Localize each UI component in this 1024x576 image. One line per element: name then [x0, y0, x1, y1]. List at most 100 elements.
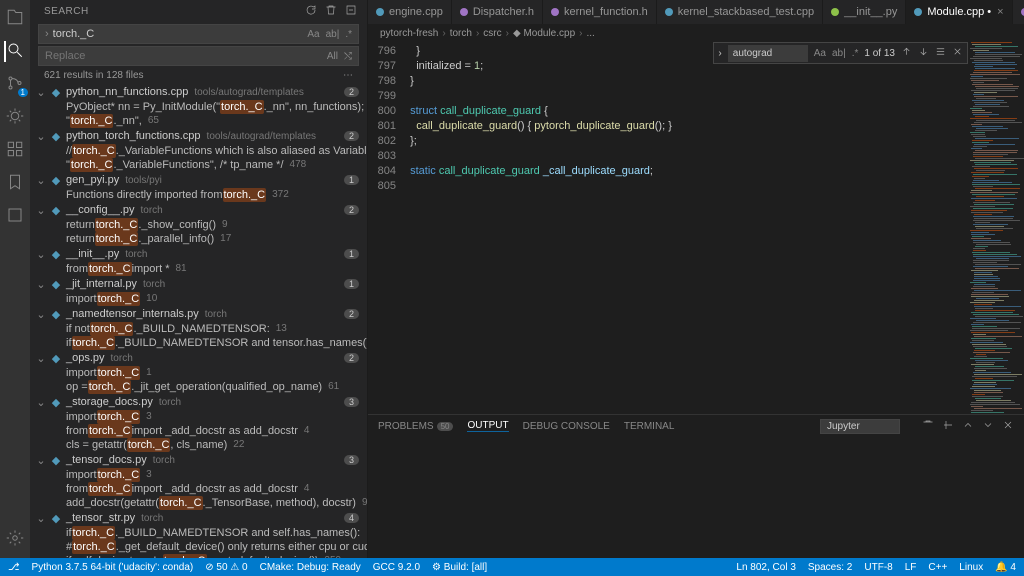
match-line[interactable]: PyObject* nn = Py_InitModule("torch._C._… — [30, 100, 367, 114]
regex-icon[interactable]: .* — [345, 29, 352, 40]
debug-icon[interactable] — [6, 107, 24, 128]
find-word-icon[interactable]: ab| — [832, 48, 846, 59]
tab[interactable]: __init__.py — [823, 0, 906, 24]
tab[interactable]: engine.cpp — [368, 0, 452, 24]
match-line[interactable]: op = torch._C._jit_get_operation(qualifi… — [30, 380, 367, 394]
file-result[interactable]: ⌄◆python_torch_functions.cpptools/autogr… — [30, 128, 367, 144]
panel-action-icon[interactable] — [982, 419, 994, 434]
match-line[interactable]: import torch._C10 — [30, 292, 367, 306]
breadcrumb[interactable]: pytorch-fresh›torch›csrc›◆ Module.cpp›..… — [368, 24, 1024, 42]
tab[interactable]: Module.cpp •× — [906, 0, 1012, 24]
file-result[interactable]: ⌄◆_jit_internal.pytorch1 — [30, 276, 367, 292]
status-item[interactable]: Python 3.7.5 64-bit ('udacity': conda) — [32, 562, 194, 573]
breadcrumb-item[interactable]: pytorch-fresh — [380, 28, 438, 39]
match-line[interactable]: add_docstr(getattr(torch._C._TensorBase,… — [30, 496, 367, 510]
match-line[interactable]: "torch._C._nn",65 — [30, 114, 367, 128]
bookmarks-icon[interactable] — [6, 173, 24, 194]
tab[interactable]: Dispatcher.h — [452, 0, 543, 24]
status-item[interactable]: CMake: Debug: Ready — [260, 562, 361, 573]
match-line[interactable]: // torch._C._VariableFunctions which is … — [30, 144, 367, 158]
match-line[interactable]: from torch._C import *81 — [30, 262, 367, 276]
minimap[interactable] — [968, 42, 1024, 414]
find-prev-icon[interactable] — [901, 46, 912, 60]
tab[interactable]: op_registration.h — [1013, 0, 1024, 24]
breadcrumb-item[interactable]: csrc — [483, 28, 501, 39]
results-list[interactable]: ⌄◆python_nn_functions.cpptools/autograd/… — [30, 84, 367, 558]
find-close-icon[interactable] — [952, 46, 963, 60]
status-item[interactable]: ⊘ 50 ⚠ 0 — [205, 562, 247, 573]
match-line[interactable]: cls = getattr(torch._C, cls_name)22 — [30, 438, 367, 452]
match-line[interactable]: import torch._C1 — [30, 366, 367, 380]
project-icon[interactable] — [6, 206, 24, 227]
file-result[interactable]: ⌄◆__init__.pytorch1 — [30, 246, 367, 262]
collapse-icon[interactable] — [345, 4, 357, 19]
panel-tab[interactable]: TERMINAL — [624, 421, 675, 432]
status-item[interactable]: C++ — [928, 562, 947, 573]
status-item[interactable]: UTF-8 — [864, 562, 892, 573]
clear-icon[interactable] — [325, 4, 337, 19]
file-result[interactable]: ⌄◆__config__.pytorch2 — [30, 202, 367, 218]
find-next-icon[interactable] — [918, 46, 929, 60]
panel-action-icon[interactable] — [922, 419, 934, 434]
tab[interactable]: kernel_function.h — [543, 0, 657, 24]
file-result[interactable]: ⌄◆_storage_docs.pytorch3 — [30, 394, 367, 410]
match-line[interactable]: import torch._C3 — [30, 468, 367, 482]
file-result[interactable]: ⌄◆python_nn_functions.cpptools/autograd/… — [30, 84, 367, 100]
find-widget[interactable]: › Aaab|.* 1 of 13 — [713, 42, 968, 64]
panel-tab[interactable]: PROBLEMS50 — [378, 421, 453, 432]
panel-tab[interactable]: DEBUG CONSOLE — [523, 421, 610, 432]
panel-action-icon[interactable] — [1002, 419, 1014, 434]
panel-action-icon[interactable] — [942, 419, 954, 434]
replace-input[interactable]: All⤭ — [38, 46, 359, 66]
match-line[interactable]: import torch._C3 — [30, 410, 367, 424]
match-line[interactable]: if torch._C._BUILD_NAMEDTENSOR and tenso… — [30, 336, 367, 350]
status-bar[interactable]: ⎇ Python 3.7.5 64-bit ('udacity': conda)… — [0, 558, 1024, 576]
match-line[interactable]: Functions directly imported from torch._… — [30, 188, 367, 202]
find-input[interactable] — [728, 45, 808, 62]
breadcrumb-item[interactable]: torch — [450, 28, 472, 39]
match-line[interactable]: "torch._C._VariableFunctions", /* tp_nam… — [30, 158, 367, 172]
extensions-icon[interactable] — [6, 140, 24, 161]
explorer-icon[interactable] — [6, 8, 24, 29]
search-input[interactable]: › Aaab|.* — [38, 24, 359, 44]
editor-body[interactable]: 796797798799800801802803804805 } initial… — [368, 42, 1024, 414]
find-case-icon[interactable]: Aa — [814, 48, 826, 59]
code-content[interactable]: } initialized = 1; } struct call_duplica… — [404, 42, 968, 414]
panel-selector[interactable]: Jupyter — [820, 419, 900, 434]
status-item[interactable]: 🔔 4 — [995, 562, 1016, 573]
find-chevron-icon[interactable]: › — [718, 48, 721, 59]
file-result[interactable]: ⌄◆_ops.pytorch2 — [30, 350, 367, 366]
word-icon[interactable]: ab| — [326, 29, 340, 40]
panel-action-icon[interactable] — [962, 419, 974, 434]
match-line[interactable]: from torch._C import _add_docstr as add_… — [30, 424, 367, 438]
find-regex-icon[interactable]: .* — [852, 48, 859, 59]
panel-tab[interactable]: OUTPUT — [467, 420, 508, 432]
match-line[interactable]: if not torch._C._BUILD_NAMEDTENSOR:13 — [30, 322, 367, 336]
file-result[interactable]: ⌄◆_tensor_str.pytorch4 — [30, 510, 367, 526]
case-icon[interactable]: Aa — [307, 29, 319, 40]
status-item[interactable]: Linux — [959, 562, 983, 573]
file-result[interactable]: ⌄◆_namedtensor_internals.pytorch2 — [30, 306, 367, 322]
match-line[interactable]: # torch._C._get_default_device() only re… — [30, 540, 367, 554]
file-result[interactable]: ⌄◆gen_pyi.pytools/pyi1 — [30, 172, 367, 188]
find-selection-icon[interactable] — [935, 46, 946, 60]
status-item[interactable]: ⚙ Build: [all] — [432, 562, 487, 573]
replace-all-icon[interactable]: All — [327, 51, 338, 62]
breadcrumb-item[interactable]: ... — [586, 28, 594, 39]
file-result[interactable]: ⌄◆_tensor_docs.pytorch3 — [30, 452, 367, 468]
source-control-icon[interactable] — [6, 74, 24, 95]
tab-close-icon[interactable]: × — [997, 6, 1003, 18]
match-line[interactable]: if torch._C._BUILD_NAMEDTENSOR and self.… — [30, 526, 367, 540]
tab[interactable]: kernel_stackbased_test.cpp — [657, 0, 823, 24]
settings-gear-icon[interactable] — [6, 529, 24, 550]
refresh-icon[interactable] — [305, 4, 317, 19]
search-activity-icon[interactable] — [4, 41, 24, 62]
status-item[interactable]: Ln 802, Col 3 — [736, 562, 796, 573]
status-item[interactable]: Spaces: 2 — [808, 562, 852, 573]
status-item[interactable]: GCC 9.2.0 — [373, 562, 420, 573]
breadcrumb-item[interactable]: ◆ Module.cpp — [513, 28, 575, 39]
match-line[interactable]: from torch._C import _add_docstr as add_… — [30, 482, 367, 496]
status-item[interactable]: ⎇ — [8, 562, 20, 573]
match-line[interactable]: return torch._C._show_config()9 — [30, 218, 367, 232]
match-line[interactable]: return torch._C._parallel_info()17 — [30, 232, 367, 246]
